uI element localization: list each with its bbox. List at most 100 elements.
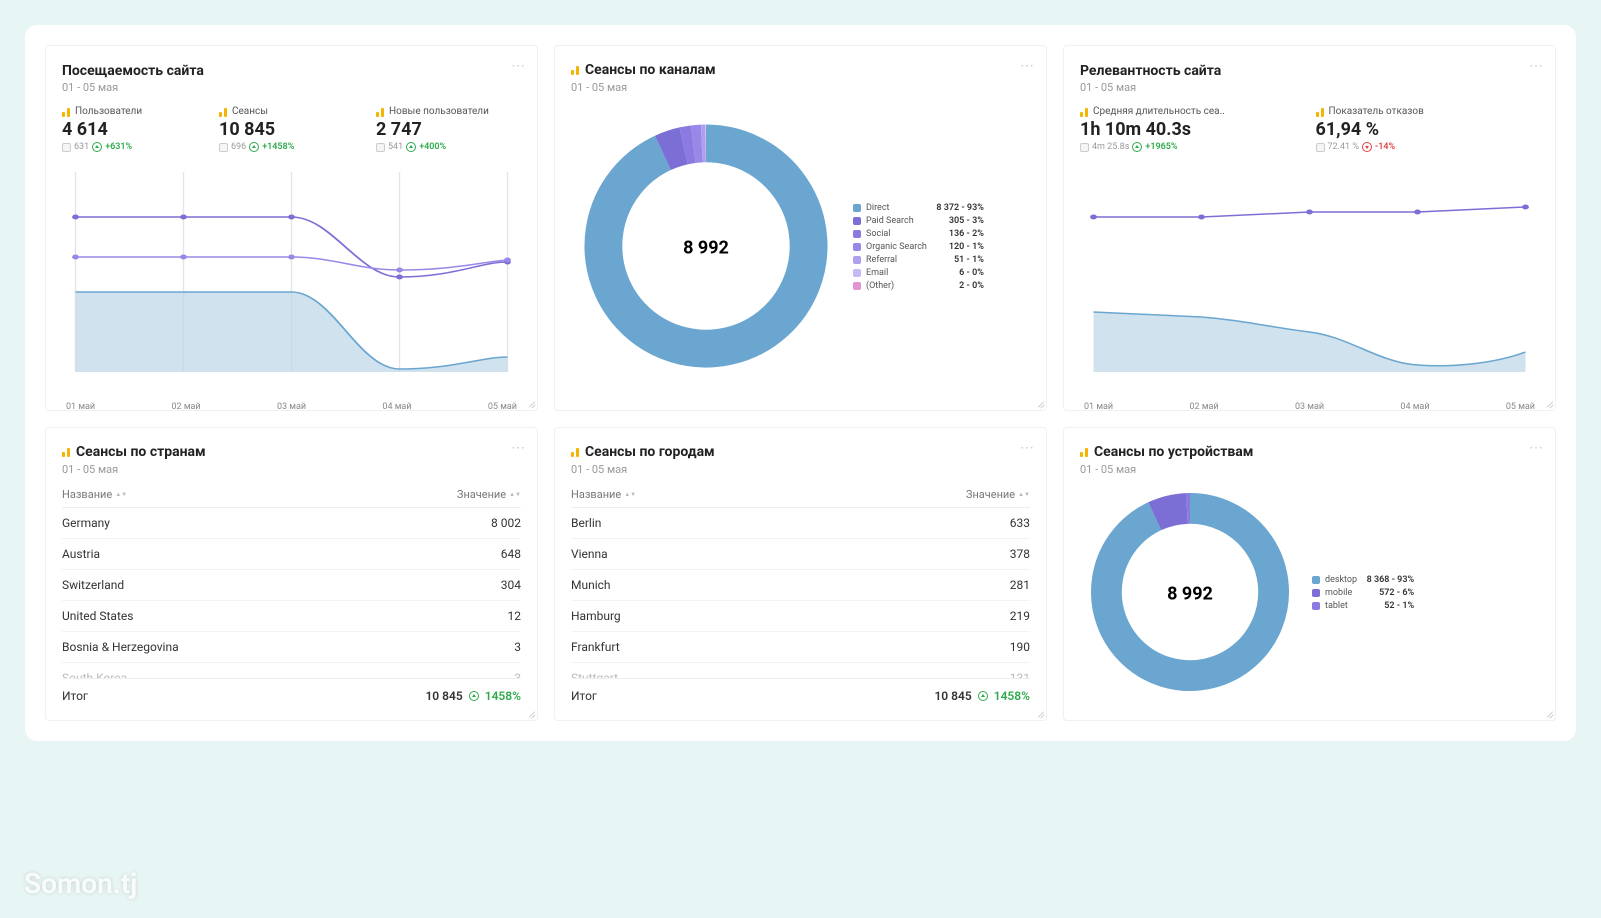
line-chart: 01 май02 май03 май04 май05 май [62,162,521,396]
panel-date: 01 - 05 мая [571,81,1030,94]
legend: Direct 8 372 - 93% Paid Search 305 - 3% … [853,203,984,294]
checkbox-icon[interactable] [219,143,228,152]
resize-handle-icon[interactable] [525,398,535,408]
x-tick: 04 май [382,402,411,412]
legend-item[interactable]: Social 136 - 2% [853,229,984,239]
table-body: Germany 8 002 Austria 648 Switzerland 30… [62,508,521,678]
analytics-icon [219,107,229,117]
row-value: 281 [1010,578,1030,592]
column-name[interactable]: Название▲▼ [62,488,127,501]
panel-title: Сеансы по каналам [571,62,716,78]
row-value: 131 [1010,671,1030,678]
metric-label: Новые пользователи [376,106,521,117]
panel-menu-icon[interactable]: ⋯ [1020,440,1034,456]
legend-item[interactable]: Organic Search 120 - 1% [853,242,984,252]
panel-date: 01 - 05 мая [571,463,1030,476]
trend-up-icon [406,142,416,152]
metrics-row: Пользователи 4 614 631 +631% Сеансы 10 8… [62,106,521,152]
column-value[interactable]: Значение▲▼ [966,488,1030,501]
analytics-icon [571,447,581,457]
donut-slice[interactable] [684,144,694,146]
checkbox-icon[interactable] [62,143,71,152]
panel-menu-icon[interactable]: ⋯ [1529,58,1543,74]
panel-date: 01 - 05 мая [1080,463,1539,476]
checkbox-icon[interactable] [1316,143,1325,152]
legend-value: 120 - 1% [932,242,984,252]
row-value: 190 [1010,640,1030,654]
legend-item[interactable]: mobile 572 - 6% [1312,588,1414,598]
row-name: Austria [62,547,100,561]
swatch-icon [853,269,861,277]
x-axis-labels: 01 май02 май03 май04 май05 май [62,402,521,412]
line-chart: 01 май02 май03 май04 май05 май [1080,162,1539,396]
row-value: 3 [514,671,521,678]
table-row[interactable]: Vienna 378 [571,539,1030,570]
checkbox-icon[interactable] [376,143,385,152]
column-value[interactable]: Значение▲▼ [457,488,521,501]
column-name[interactable]: Название▲▼ [571,488,636,501]
legend-item[interactable]: Email 6 - 0% [853,268,984,278]
legend-item[interactable]: desktop 8 368 - 93% [1312,575,1414,585]
legend-value: 52 - 1% [1362,601,1414,611]
footer-delta: 1458% [485,689,521,703]
resize-handle-icon[interactable] [1034,708,1044,718]
legend-name: Organic Search [866,242,927,252]
table-row[interactable]: Austria 648 [62,539,521,570]
x-tick: 03 май [1295,402,1324,412]
panel-menu-icon[interactable]: ⋯ [1020,58,1034,74]
legend-item[interactable]: Direct 8 372 - 93% [853,203,984,213]
metric-label: Сеансы [219,106,364,117]
table-row[interactable]: South Korea 3 [62,663,521,678]
panel-menu-icon[interactable]: ⋯ [1529,440,1543,456]
resize-handle-icon[interactable] [1543,708,1553,718]
analytics-icon [62,107,72,117]
analytics-icon [1080,107,1090,117]
x-tick: 03 май [277,402,306,412]
legend-item[interactable]: Paid Search 305 - 3% [853,216,984,226]
donut-slice[interactable] [693,143,702,144]
legend-name: Direct [866,203,927,213]
resize-handle-icon[interactable] [525,708,535,718]
metric-sub: 631 +631% [62,142,207,152]
x-tick: 05 май [488,402,517,412]
x-tick: 04 май [1400,402,1429,412]
trend-up-icon [1132,142,1142,152]
resize-handle-icon[interactable] [1034,398,1044,408]
resize-handle-icon[interactable] [1543,398,1553,408]
legend-value: 2 - 0% [932,281,984,291]
swatch-icon [1312,589,1320,597]
row-value: 12 [508,609,522,623]
donut-total: 8 992 [683,238,729,259]
table-row[interactable]: Stuttgart 131 [571,663,1030,678]
donut-slice[interactable] [1155,508,1187,516]
legend-name: Referral [866,255,927,265]
trend-up-icon [469,691,479,701]
panel-menu-icon[interactable]: ⋯ [511,58,525,74]
sort-icon: ▲▼ [1018,493,1030,497]
table-row[interactable]: Munich 281 [571,570,1030,601]
sort-icon: ▲▼ [624,493,636,497]
swatch-icon [853,230,861,238]
checkbox-icon[interactable] [1080,143,1089,152]
table-row[interactable]: Germany 8 002 [62,508,521,539]
analytics-icon [376,107,386,117]
panel-menu-icon[interactable]: ⋯ [511,440,525,456]
table-row[interactable]: Berlin 633 [571,508,1030,539]
swatch-icon [1312,602,1320,610]
swatch-icon [853,282,861,290]
panel-title: Посещаемость сайта [62,63,204,79]
donut-slice[interactable] [663,146,684,153]
table-row[interactable]: Hamburg 219 [571,601,1030,632]
table-row[interactable]: Bosnia & Herzegovina 3 [62,632,521,663]
panel-header: Сеансы по устройствам 01 - 05 мая [1080,442,1539,476]
swatch-icon [853,217,861,225]
sort-icon: ▲▼ [509,493,521,497]
table-row[interactable]: Frankfurt 190 [571,632,1030,663]
row-name: Stuttgart [571,671,618,678]
table-row[interactable]: Switzerland 304 [62,570,521,601]
legend-item[interactable]: Referral 51 - 1% [853,255,984,265]
legend-name: desktop [1325,575,1357,585]
legend-item[interactable]: (Other) 2 - 0% [853,281,984,291]
table-row[interactable]: United States 12 [62,601,521,632]
legend-item[interactable]: tablet 52 - 1% [1312,601,1414,611]
